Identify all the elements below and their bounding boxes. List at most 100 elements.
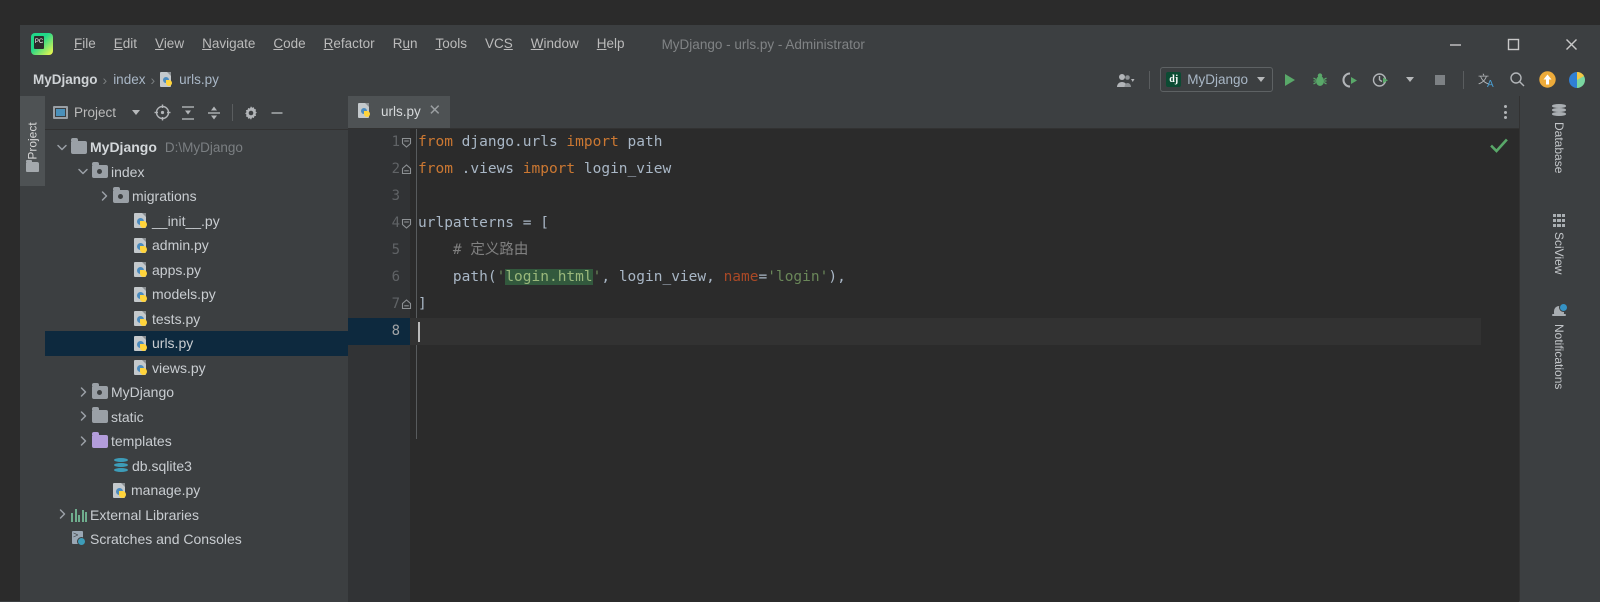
tree-item-init-py[interactable]: __init__.py (45, 209, 348, 234)
inspection-gutter[interactable] (1481, 129, 1519, 602)
tool-window-button-sciview[interactable]: SciView (1546, 214, 1572, 274)
code-token: django.urls (452, 134, 567, 150)
search-everywhere-icon[interactable] (1504, 67, 1530, 93)
hide-panel-button[interactable] (265, 101, 289, 125)
code-editor[interactable]: 12345678 from django.urls import path fro… (348, 129, 1519, 602)
select-opened-file-button[interactable] (150, 101, 174, 125)
code-line-5[interactable]: # 定义路由 (410, 237, 1519, 264)
chevron-down-icon[interactable] (55, 140, 69, 154)
tree-item-label: External Libraries (90, 506, 199, 523)
stop-icon[interactable] (1427, 67, 1453, 93)
code-line-6[interactable]: path('login.html', login_view, name='log… (410, 264, 1519, 291)
update-project-icon[interactable] (1534, 67, 1560, 93)
run-with-coverage-icon[interactable] (1337, 67, 1363, 93)
breadcrumb-item-project[interactable]: MyDjango (32, 72, 99, 87)
editor-area: urls.py ✕ 12345678 from django.urls impo… (348, 96, 1519, 602)
chevron-right-icon[interactable] (76, 385, 90, 399)
menu-item-help[interactable]: Help (588, 25, 634, 63)
tree-item-icon (71, 137, 87, 154)
tree-item-apps-py[interactable]: apps.py (45, 258, 348, 283)
menu-item-vcs[interactable]: VCS (476, 25, 522, 63)
code-line-4[interactable]: urlpatterns = [ (410, 210, 1519, 237)
menu-item-file[interactable]: File (65, 25, 105, 63)
tree-item-manage-py[interactable]: manage.py (45, 478, 348, 503)
libraries-icon (71, 508, 87, 522)
settings-gear-icon[interactable] (239, 101, 263, 125)
menu-item-view[interactable]: View (146, 25, 193, 63)
tree-item-db-sqlite3[interactable]: db.sqlite3 (45, 454, 348, 479)
plugin-icon[interactable] (1564, 67, 1590, 93)
maximize-button[interactable] (1484, 25, 1542, 63)
tree-item-models-py[interactable]: models.py (45, 282, 348, 307)
tree-item-external-libraries[interactable]: External Libraries (45, 503, 348, 528)
menu-item-edit[interactable]: Edit (105, 25, 146, 63)
close-button[interactable] (1542, 25, 1600, 63)
expand-all-button[interactable] (176, 101, 200, 125)
editor-tab-urls-py[interactable]: urls.py ✕ (348, 96, 450, 128)
translate-icon[interactable]: 文 A (1474, 67, 1500, 93)
code-line-1[interactable]: from django.urls import path (410, 129, 1519, 156)
tree-item-static[interactable]: static (45, 405, 348, 430)
breadcrumb-item-index[interactable]: index (112, 72, 146, 87)
tool-window-button-notifications[interactable]: Notifications (1546, 303, 1572, 389)
menu-item-code[interactable]: Code (264, 25, 314, 63)
run-configuration-selector[interactable]: dj MyDjango (1160, 67, 1273, 92)
chevron-right-icon[interactable] (55, 508, 69, 522)
tree-item-admin-py[interactable]: admin.py (45, 233, 348, 258)
editor-tab-bar: urls.py ✕ (348, 96, 1519, 129)
module-folder-icon (92, 382, 108, 399)
chevron-right-icon[interactable] (97, 189, 111, 203)
project-view-dropdown-button[interactable] (124, 101, 148, 125)
profiler-icon[interactable] (1367, 67, 1393, 93)
close-icon[interactable]: ✕ (428, 103, 442, 118)
code-token: 'login' (767, 269, 829, 285)
tree-item-templates[interactable]: templates (45, 429, 348, 454)
editor-tab-label: urls.py (381, 103, 421, 119)
debug-bug-icon[interactable] (1307, 67, 1333, 93)
tree-item-mydjango[interactable]: MyDjango D:\MyDjango (45, 135, 348, 160)
desktop-top-edge (0, 0, 1600, 25)
sciview-grid-icon (1552, 214, 1566, 227)
tree-item-scratches-and-consoles[interactable]: Scratches and Consoles (45, 527, 348, 552)
code-line-7[interactable]: ] (410, 291, 1519, 318)
chevron-down-icon[interactable] (76, 165, 90, 179)
run-play-icon[interactable] (1277, 67, 1303, 93)
breadcrumb-item-file[interactable]: urls.py (178, 72, 220, 87)
chevron-right-icon[interactable] (76, 434, 90, 448)
tree-item-icon (92, 431, 108, 448)
code-line-8[interactable] (410, 318, 1519, 345)
tree-item-migrations[interactable]: migrations (45, 184, 348, 209)
project-panel-header: Project (45, 96, 348, 130)
code-content[interactable]: from django.urls import path from .views … (410, 129, 1519, 602)
code-token: , login_view, (601, 269, 724, 285)
database-file-icon (113, 458, 129, 473)
menu-item-tools[interactable]: Tools (426, 25, 476, 63)
code-token: login_view (575, 161, 672, 177)
user-account-icon[interactable] (1113, 67, 1139, 93)
menu-item-refactor[interactable]: Refactor (315, 25, 384, 63)
inspection-ok-check-icon[interactable] (1490, 137, 1508, 158)
profiler-dropdown-icon[interactable] (1397, 67, 1423, 93)
tree-item-icon (71, 530, 87, 547)
collapse-all-button[interactable] (202, 101, 226, 125)
chevron-down-icon (1257, 77, 1265, 82)
more-options-icon[interactable] (1492, 96, 1519, 128)
tree-item-tests-py[interactable]: tests.py (45, 307, 348, 332)
tree-item-urls-py[interactable]: urls.py (45, 331, 348, 356)
code-token: # 定义路由 (418, 242, 529, 258)
code-line-3[interactable] (410, 183, 1519, 210)
chevron-right-icon[interactable] (76, 410, 90, 424)
tool-window-button-database[interactable]: Database (1546, 104, 1572, 173)
tree-item-index[interactable]: index (45, 160, 348, 185)
tool-window-button-project[interactable]: Project (20, 96, 45, 186)
menu-item-navigate[interactable]: Navigate (193, 25, 264, 63)
menu-item-window[interactable]: Window (522, 25, 588, 63)
tree-item-mydjango[interactable]: MyDjango (45, 380, 348, 405)
tree-item-views-py[interactable]: views.py (45, 356, 348, 381)
menu-item-run[interactable]: Run (384, 25, 427, 63)
minimize-button[interactable] (1426, 25, 1484, 63)
desktop-left-edge (0, 0, 20, 601)
code-line-2[interactable]: from .views import login_view (410, 156, 1519, 183)
